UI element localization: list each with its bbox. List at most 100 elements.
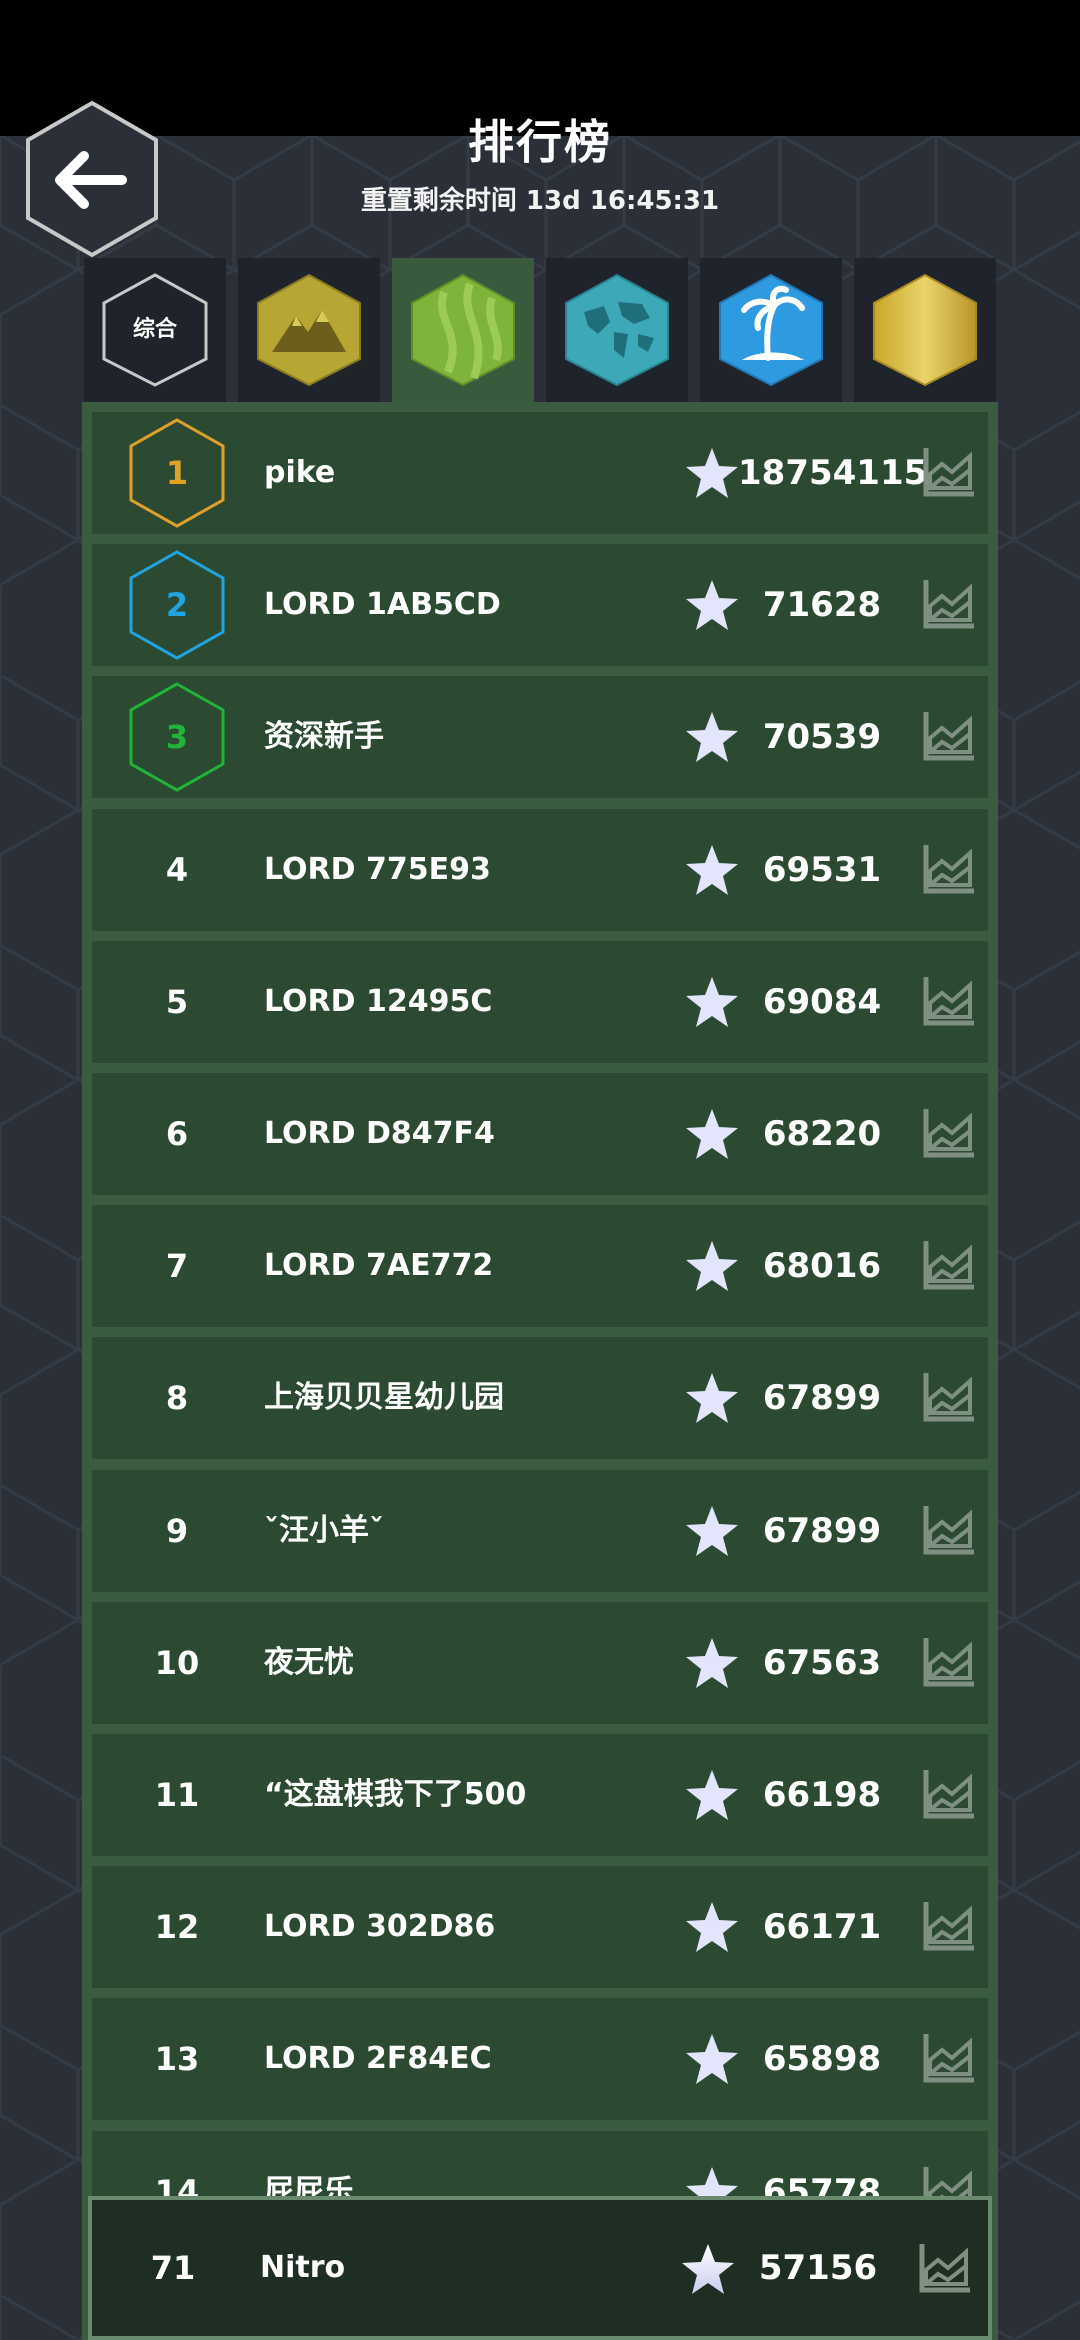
stats-chart-icon[interactable] (920, 444, 978, 500)
star-icon (686, 2166, 738, 2200)
rank-cell: 9 (122, 1470, 232, 1592)
stats-chart-icon[interactable] (920, 1898, 978, 1954)
stats-chart-icon[interactable] (920, 2163, 978, 2200)
my-rank: 71 (150, 2249, 196, 2287)
rank-cell: 10 (122, 1602, 232, 1724)
rank-number: 2 (165, 586, 189, 625)
player-name: LORD 2F84EC (264, 2041, 492, 2077)
player-name: LORD 7AE772 (264, 1248, 494, 1284)
star-icon (686, 1241, 738, 1292)
stats-chart-icon[interactable] (920, 1766, 978, 1822)
rank-number: 13 (154, 2040, 200, 2079)
score-value: 18754115 (738, 453, 928, 493)
stats-chart-icon[interactable] (920, 973, 978, 1029)
reset-timer: 重置剩余时间 13d 16:45:31 (360, 186, 720, 216)
player-name: “这盘棋我下了500 (264, 1777, 527, 1812)
tab-overall[interactable]: 综合 (84, 258, 226, 402)
grassland-hex-icon (411, 273, 515, 387)
rank-cell: 1 (122, 412, 232, 534)
leaderboard-row[interactable]: 11 “这盘棋我下了500 66198 (92, 1734, 988, 1856)
rank-cell: 13 (122, 1998, 232, 2120)
leaderboard-row[interactable]: 7 LORD 7AE772 68016 (92, 1205, 988, 1328)
star-icon (682, 2244, 734, 2294)
leaderboard-row[interactable]: 14 屁屁乐 65778 (92, 2130, 988, 2200)
leaderboard-row[interactable]: 8 上海贝贝星幼儿园 67899 (92, 1337, 988, 1460)
rank-number: 10 (154, 1643, 200, 1682)
rank-cell: 11 (122, 1734, 232, 1856)
rank-cell: 5 (122, 941, 232, 1063)
back-button[interactable] (22, 100, 162, 260)
star-icon (686, 1505, 738, 1556)
leaderboard-row[interactable]: 9 ˇ汪小羊ˇ 67899 (92, 1469, 988, 1592)
stats-chart-icon[interactable] (920, 1369, 978, 1425)
player-name: LORD D847F4 (264, 1116, 495, 1151)
player-name: 上海贝贝星幼儿园 (264, 1380, 504, 1416)
star-icon (686, 712, 738, 763)
leaderboard-row[interactable]: 10 夜无忧 67563 (92, 1601, 988, 1724)
leaderboard-row[interactable]: 6 LORD D847F4 68220 (92, 1073, 988, 1195)
player-name: 屁屁乐 (264, 2173, 354, 2200)
leaderboard-row[interactable]: 13 LORD 2F84EC 65898 (92, 1998, 988, 2121)
score-value: 66171 (762, 1907, 882, 1948)
rank-number: 11 (154, 1776, 200, 1814)
star-icon (686, 2034, 738, 2085)
star-icon (686, 1373, 738, 1424)
player-name: pike (264, 455, 336, 490)
leaderboard-row[interactable]: 2 LORD 1AB5CD 71628 (92, 544, 988, 667)
leaderboard-list[interactable]: 1 pike 18754115 2 LORD 1AB5CD 71628 3 资深新手 70539… (92, 412, 988, 2200)
score-value: 70539 (762, 717, 882, 758)
tab-gold[interactable] (854, 258, 996, 402)
back-arrow-icon (26, 100, 158, 258)
rank-cell: 8 (122, 1337, 232, 1459)
leaderboard-row[interactable]: 12 LORD 302D86 66171 (92, 1866, 988, 1989)
stats-chart-icon[interactable] (920, 1634, 978, 1690)
tab-mountain[interactable] (238, 258, 380, 402)
stats-chart-icon[interactable] (920, 1105, 978, 1161)
gold-hex-icon (873, 273, 977, 387)
tab-island[interactable] (700, 258, 842, 402)
rank-number: 6 (165, 1115, 189, 1153)
stats-chart-icon[interactable] (920, 576, 978, 632)
stats-chart-icon[interactable] (920, 2030, 978, 2086)
stats-chart-icon[interactable] (920, 708, 978, 764)
score-value: 67899 (762, 1378, 882, 1419)
star-icon (686, 976, 738, 1027)
player-name: LORD 302D86 (264, 1909, 496, 1945)
rank-number: 7 (165, 1247, 189, 1286)
score-value: 68016 (762, 1246, 882, 1287)
star-icon (686, 448, 738, 498)
rank-cell: 6 (122, 1073, 232, 1195)
rank-cell: 2 (122, 544, 232, 666)
score-value: 69531 (762, 849, 882, 890)
rank-number: 8 (165, 1379, 189, 1418)
stats-chart-icon[interactable] (920, 841, 978, 897)
rank-cell: 3 (122, 676, 232, 798)
star-icon (686, 844, 738, 895)
star-icon (686, 580, 738, 631)
score-value: 69084 (762, 981, 882, 1022)
tab-overall-label: 综合 (132, 317, 177, 342)
star-icon (686, 1902, 738, 1953)
leaderboard-row[interactable]: 5 LORD 12495C 69084 (92, 940, 988, 1063)
score-value: 68220 (762, 1114, 882, 1154)
stats-chart-icon[interactable] (920, 1237, 978, 1293)
mountain-hex-icon (257, 273, 361, 387)
player-name: ˇ汪小羊ˇ (264, 1512, 384, 1548)
leaderboard-row[interactable]: 3 资深新手 70539 (92, 676, 988, 799)
score-value: 71628 (762, 585, 882, 626)
leaderboard-row[interactable]: 4 LORD 775E93 69531 (92, 808, 988, 931)
star-icon (686, 1637, 738, 1688)
leaderboard-row[interactable]: 1 pike 18754115 (92, 412, 988, 534)
score-value: 65778 (762, 2171, 882, 2200)
player-name: LORD 775E93 (264, 851, 491, 887)
stats-chart-icon[interactable] (916, 2240, 974, 2296)
stats-chart-icon[interactable] (920, 1502, 978, 1558)
player-name: LORD 12495C (264, 983, 493, 1019)
rank-cell: 12 (122, 1866, 232, 1988)
page-title: 排行榜 (468, 115, 612, 169)
tab-world[interactable] (546, 258, 688, 402)
score-value: 65898 (762, 2039, 882, 2080)
category-tabs: 综合 (84, 258, 996, 402)
tab-grassland[interactable] (392, 258, 534, 402)
my-rank-row[interactable]: 71 Nitro 57156 (88, 2196, 992, 2340)
